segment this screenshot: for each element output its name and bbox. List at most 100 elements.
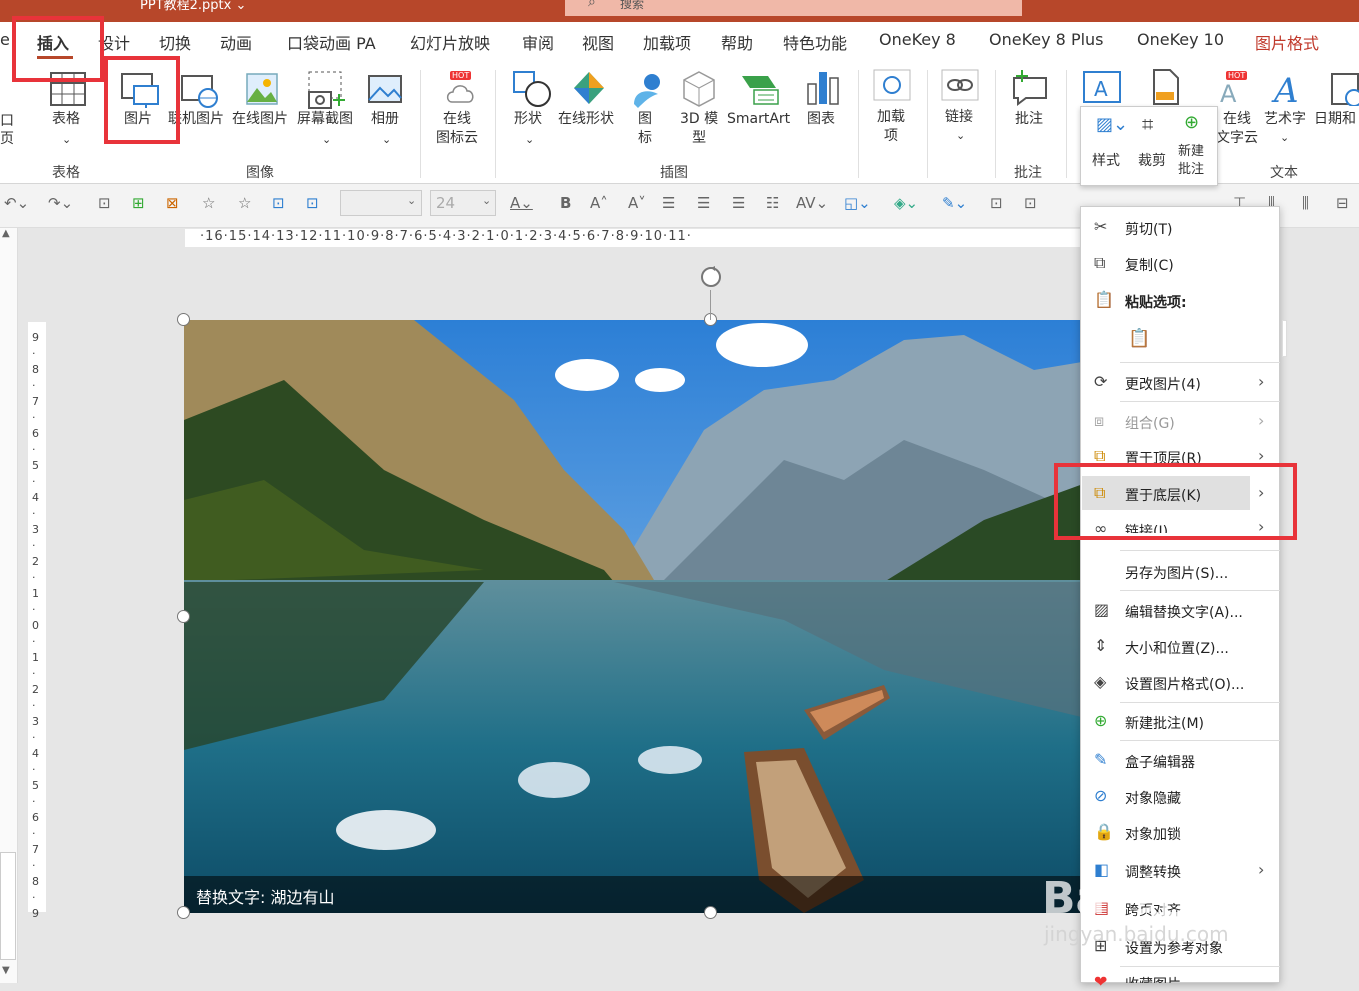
search-icon: ⌕ <box>588 0 596 10</box>
tab-view[interactable]: 视图 <box>582 30 614 54</box>
tab-picture-format[interactable]: 图片格式 <box>1255 30 1319 54</box>
scissors-icon: ✂ <box>1094 217 1108 236</box>
menu-item-lock-object[interactable]: 对象加锁 <box>1125 824 1181 844</box>
menu-item-size-position[interactable]: 大小和位置(Z)... <box>1125 638 1229 658</box>
select-icon[interactable]: ⊠ <box>166 194 179 212</box>
textframe2-icon[interactable]: ⊡ <box>306 194 319 212</box>
resize-handle-top-left[interactable] <box>177 313 190 326</box>
shape-icon[interactable]: ◱⌄ <box>844 194 871 212</box>
link-button[interactable]: 链接 <box>945 108 973 127</box>
menu-item-cut[interactable]: 剪切(T) <box>1125 219 1172 239</box>
table-dropdown-icon[interactable]: ⌄ <box>62 130 71 149</box>
mini-style-button[interactable]: 样式 <box>1092 152 1120 171</box>
chart-button[interactable]: 图表 <box>807 110 835 129</box>
menu-item-favorite-picture[interactable]: 收藏图片 <box>1125 974 1181 983</box>
menu-item-format-picture[interactable]: 设置图片格式(O)... <box>1125 674 1244 694</box>
menu-item-edit-alt-text[interactable]: 编辑替换文字(A)... <box>1125 602 1243 622</box>
mini-crop-button[interactable]: 裁剪 <box>1138 152 1166 171</box>
menu-item-save-as-picture[interactable]: 另存为图片(S)... <box>1125 563 1228 583</box>
align-icon[interactable]: ⊞ <box>132 194 145 212</box>
paste-keep-text-icon[interactable]: 📋 <box>1128 328 1150 349</box>
style-icon[interactable]: ▨⌄ <box>1096 114 1128 135</box>
menu-item-change-picture[interactable]: 更改图片(4) <box>1125 374 1201 394</box>
menu-item-hide-object[interactable]: 对象隐藏 <box>1125 788 1181 808</box>
fill-icon[interactable]: ◈⌄ <box>894 194 918 212</box>
font-size-dropdown-icon[interactable]: ⌄ <box>482 194 491 207</box>
smartart-button[interactable]: SmartArt <box>727 110 790 129</box>
icons-button[interactable]: 图 标 <box>638 110 652 148</box>
screenshot-button[interactable]: 屏幕截图 <box>297 110 353 129</box>
text-cloud-button[interactable]: 在线 文字云 <box>1216 110 1258 148</box>
font-color-icon[interactable]: A⌄ <box>510 194 533 212</box>
outline-icon[interactable]: ✎⌄ <box>942 194 967 212</box>
shapes-button[interactable]: 形状 <box>514 110 542 129</box>
mini-new-comment-button[interactable]: 新建 批注 <box>1178 143 1204 179</box>
resize-handle-bottom-left[interactable] <box>177 906 190 919</box>
menu-item-new-comment[interactable]: 新建批注(M) <box>1125 713 1204 733</box>
present-icon[interactable]: ⊡ <box>98 194 111 212</box>
star-outline-icon[interactable]: ☆ <box>238 194 251 212</box>
distribute-icon[interactable]: ☷ <box>766 194 779 212</box>
3d-model-button[interactable]: 3D 模 型 <box>680 110 718 148</box>
table-button[interactable]: 表格 <box>52 110 80 129</box>
wordart-button[interactable]: 艺术字 <box>1264 110 1306 129</box>
datetime-button[interactable]: 日期和 <box>1314 110 1356 129</box>
slide-picture[interactable] <box>184 320 1094 913</box>
tab-onekey8[interactable]: OneKey 8 <box>879 30 956 49</box>
justify-icon[interactable]: ☰ <box>697 194 710 212</box>
align-center-icon[interactable]: ☰ <box>662 194 675 212</box>
online-image-button[interactable]: 在线图片 <box>232 110 288 129</box>
addins-button[interactable]: 加载 项 <box>877 108 905 146</box>
ribbon-left-cut-1: 口 <box>0 113 14 129</box>
alt-text-caption: 替换文字: 湖边有山 <box>196 888 335 907</box>
undo-icon[interactable]: ↶⌄ <box>4 194 29 212</box>
font-name-dropdown-icon[interactable]: ⌄ <box>407 194 416 207</box>
tab-addins[interactable]: 加载项 <box>643 30 691 54</box>
grow-font-icon[interactable]: A˄ <box>590 194 608 212</box>
tab-onekey8plus[interactable]: OneKey 8 Plus <box>989 30 1104 49</box>
link-dropdown-icon[interactable]: ⌄ <box>956 126 965 145</box>
bold-icon[interactable]: B <box>560 194 571 212</box>
tab-transitions[interactable]: 切换 <box>159 30 191 54</box>
tab-animations[interactable]: 动画 <box>220 30 252 54</box>
menu-item-copy[interactable]: 复制(C) <box>1125 255 1174 275</box>
menu-item-box-editor[interactable]: 盒子编辑器 <box>1125 752 1195 772</box>
align-left-icon[interactable]: ☰ <box>732 194 745 212</box>
tab-pocket-animation[interactable]: 口袋动画 PA <box>287 30 376 54</box>
resize-handle-bottom[interactable] <box>704 906 717 919</box>
resize-handle-left[interactable] <box>177 610 190 623</box>
tab-onekey10[interactable]: OneKey 10 <box>1137 30 1224 49</box>
textframe-icon[interactable]: ⊡ <box>272 194 285 212</box>
album-button[interactable]: 相册 <box>371 110 399 129</box>
thumbnail-scrollbar[interactable] <box>0 852 16 960</box>
rotate-handle-icon[interactable] <box>698 264 724 290</box>
tab-features[interactable]: 特色功能 <box>783 30 847 54</box>
screenshot-icon <box>308 71 345 109</box>
distribute-v-icon[interactable]: ⫼ <box>1302 194 1309 212</box>
star-icon[interactable]: ☆ <box>202 194 215 212</box>
scroll-down-icon[interactable]: ▼ <box>2 965 10 976</box>
char-spacing-icon[interactable]: AV⌄ <box>796 194 828 212</box>
wordart-dropdown-icon[interactable]: ⌄ <box>1280 128 1289 147</box>
redo-icon[interactable]: ↷⌄ <box>48 194 73 212</box>
new-comment-icon[interactable]: ⊕ <box>1184 112 1199 133</box>
online-shapes-button[interactable]: 在线形状 <box>558 110 614 129</box>
arrange-icon[interactable]: ⊡ <box>990 194 1003 212</box>
baidu-watermark: Bai 经验 <box>1042 873 1224 924</box>
shapes-dropdown-icon[interactable]: ⌄ <box>525 130 534 149</box>
crop-icon[interactable]: ⌗ <box>1142 112 1153 136</box>
tab-review[interactable]: 审阅 <box>522 30 554 54</box>
scroll-up-icon[interactable]: ▲ <box>2 228 10 239</box>
align-mid-icon[interactable]: ⊟ <box>1336 194 1349 212</box>
shrink-font-icon[interactable]: A˅ <box>628 194 646 212</box>
tab-slideshow[interactable]: 幻灯片放映 <box>410 30 490 54</box>
tab-help[interactable]: 帮助 <box>721 30 753 54</box>
tab-file[interactable]: e <box>0 30 10 49</box>
comment-button[interactable]: 批注 <box>1015 110 1043 129</box>
change-picture-icon: ⟳ <box>1094 372 1108 391</box>
crop-tool-icon[interactable]: ⊡ <box>1024 194 1037 212</box>
album-dropdown-icon[interactable]: ⌄ <box>382 130 391 149</box>
screenshot-dropdown-icon[interactable]: ⌄ <box>322 130 331 149</box>
hot-badge: HOT <box>450 71 472 80</box>
icon-cloud-button[interactable]: 在线 图标云 <box>436 110 478 148</box>
